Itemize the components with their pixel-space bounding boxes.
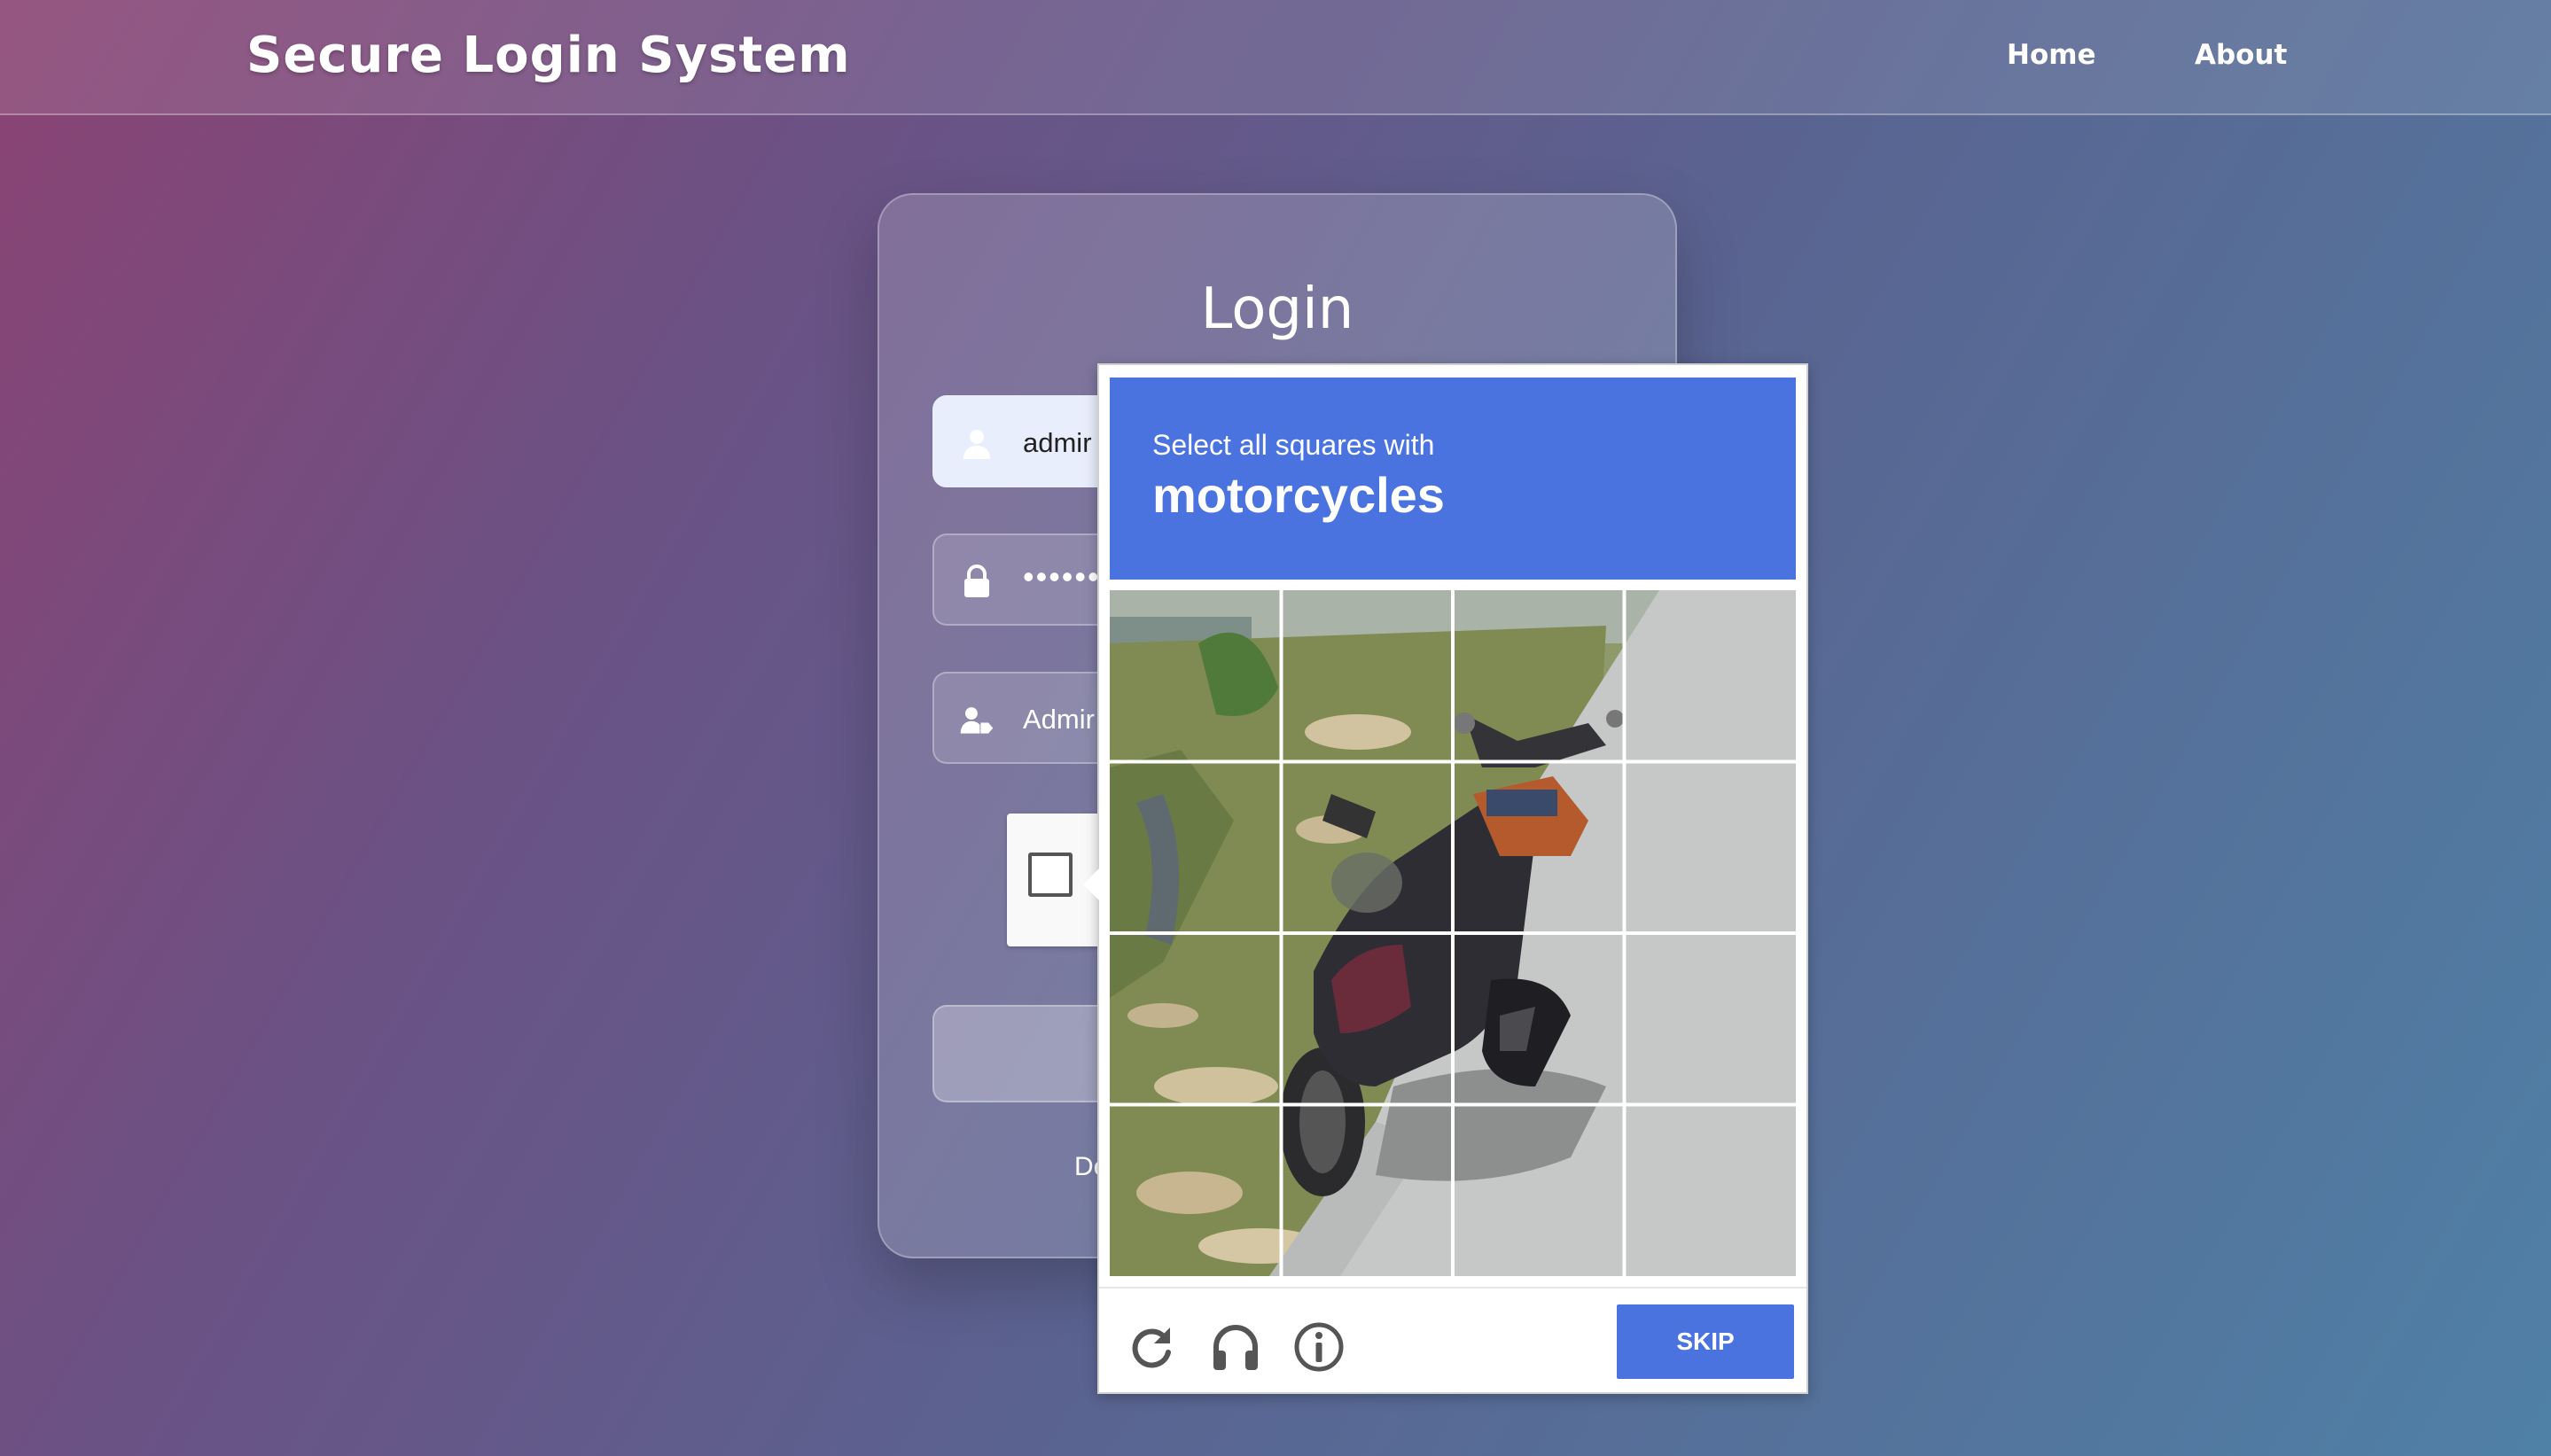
captcha-target: motorcycles xyxy=(1152,467,1445,523)
captcha-challenge-popup: Select all squares with motorcycles SKIP xyxy=(1083,363,1808,1394)
captcha-header: Select all squares with motorcycles xyxy=(1110,378,1796,580)
reload-icon[interactable] xyxy=(1126,1320,1179,1374)
info-icon[interactable] xyxy=(1292,1320,1346,1374)
nav-home-link[interactable]: Home xyxy=(2007,39,2096,71)
top-navbar: Secure Login System Home About xyxy=(0,0,2551,115)
username-value: admir xyxy=(1023,427,1092,458)
login-title: Login xyxy=(1200,276,1354,342)
role-value: Admir xyxy=(1023,704,1095,735)
nav-about-link[interactable]: About xyxy=(2195,39,2287,71)
motorcycle-photo xyxy=(1110,590,1796,1276)
user-tag-icon xyxy=(960,707,994,734)
lock-icon xyxy=(964,564,989,597)
captcha-footer-divider xyxy=(1099,1287,1806,1289)
skip-button[interactable]: SKIP xyxy=(1617,1304,1794,1379)
popup-pointer xyxy=(1083,868,1099,900)
user-icon xyxy=(963,430,990,459)
captcha-image-grid[interactable] xyxy=(1110,590,1796,1276)
recaptcha-checkbox[interactable] xyxy=(1028,853,1073,897)
headphones-icon[interactable] xyxy=(1209,1320,1262,1374)
captcha-instruction: Select all squares with xyxy=(1152,429,1435,461)
site-brand: Secure Login System xyxy=(246,27,851,84)
